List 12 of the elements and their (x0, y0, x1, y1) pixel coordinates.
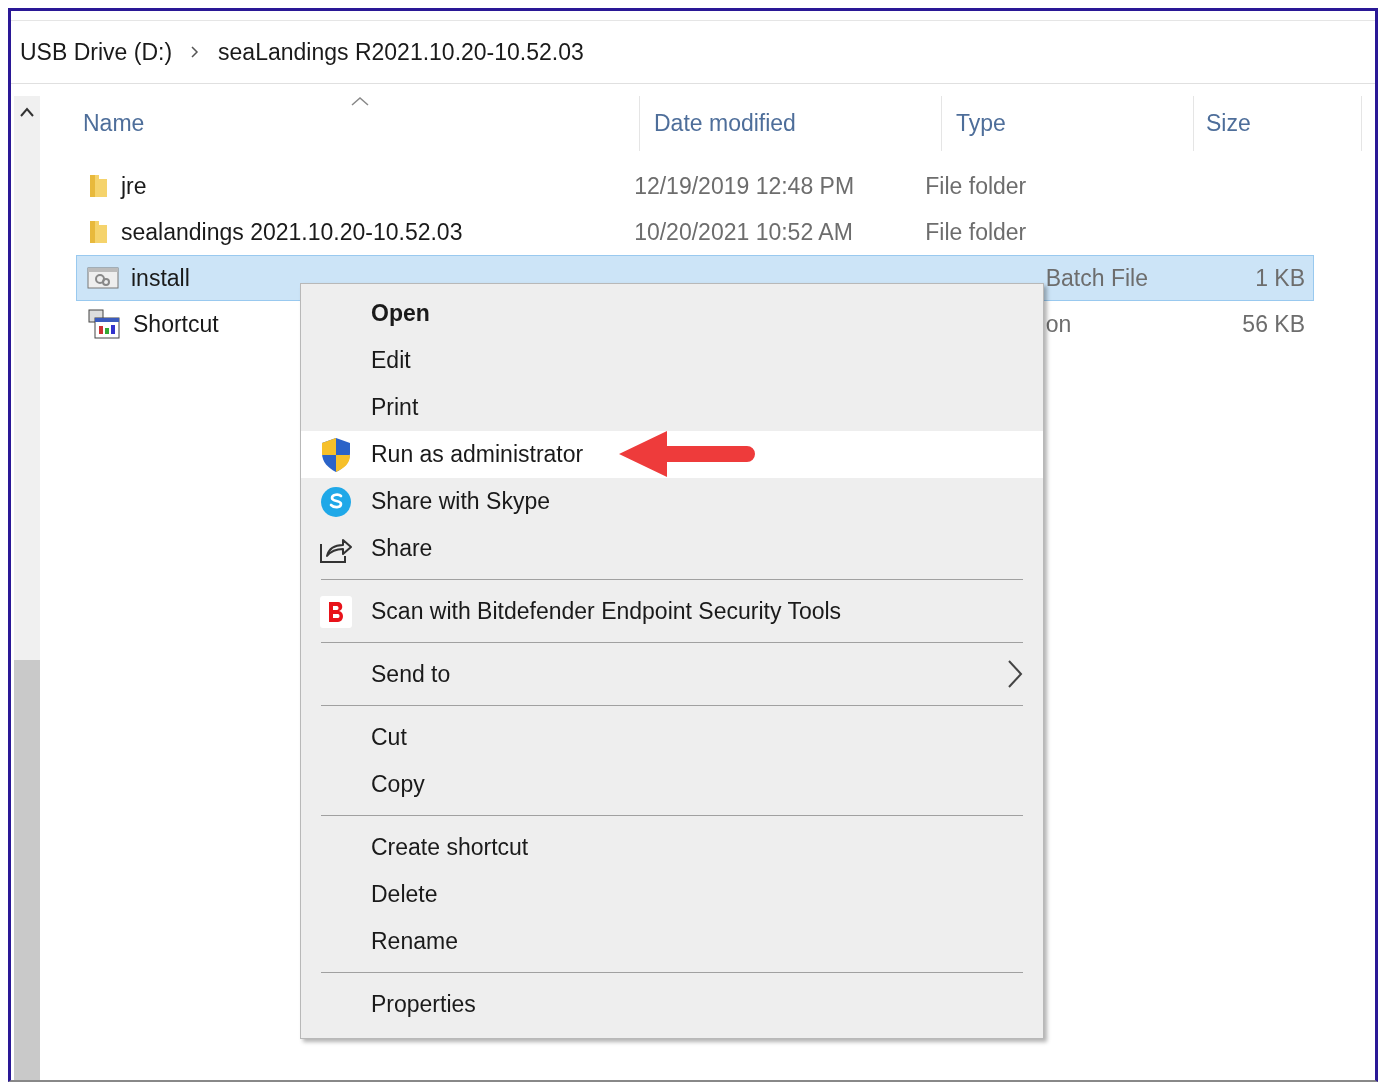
size-text: 1 KB (1255, 264, 1305, 292)
size-text: 56 KB (1242, 310, 1305, 338)
date-text: 12/19/2019 12:48 PM (634, 172, 855, 200)
file-name: jre (121, 172, 147, 200)
date-text: 10/20/2021 10:52 AM (634, 218, 853, 246)
file-name: Shortcut (133, 310, 219, 338)
file-name: install (131, 264, 190, 292)
type-text: File folder (925, 218, 1027, 246)
file-name: sealandings 2021.10.20-10.52.03 (121, 218, 463, 246)
type-text: on (1045, 310, 1072, 338)
type-text: Batch File (1045, 264, 1148, 292)
type-text: File folder (925, 172, 1027, 200)
